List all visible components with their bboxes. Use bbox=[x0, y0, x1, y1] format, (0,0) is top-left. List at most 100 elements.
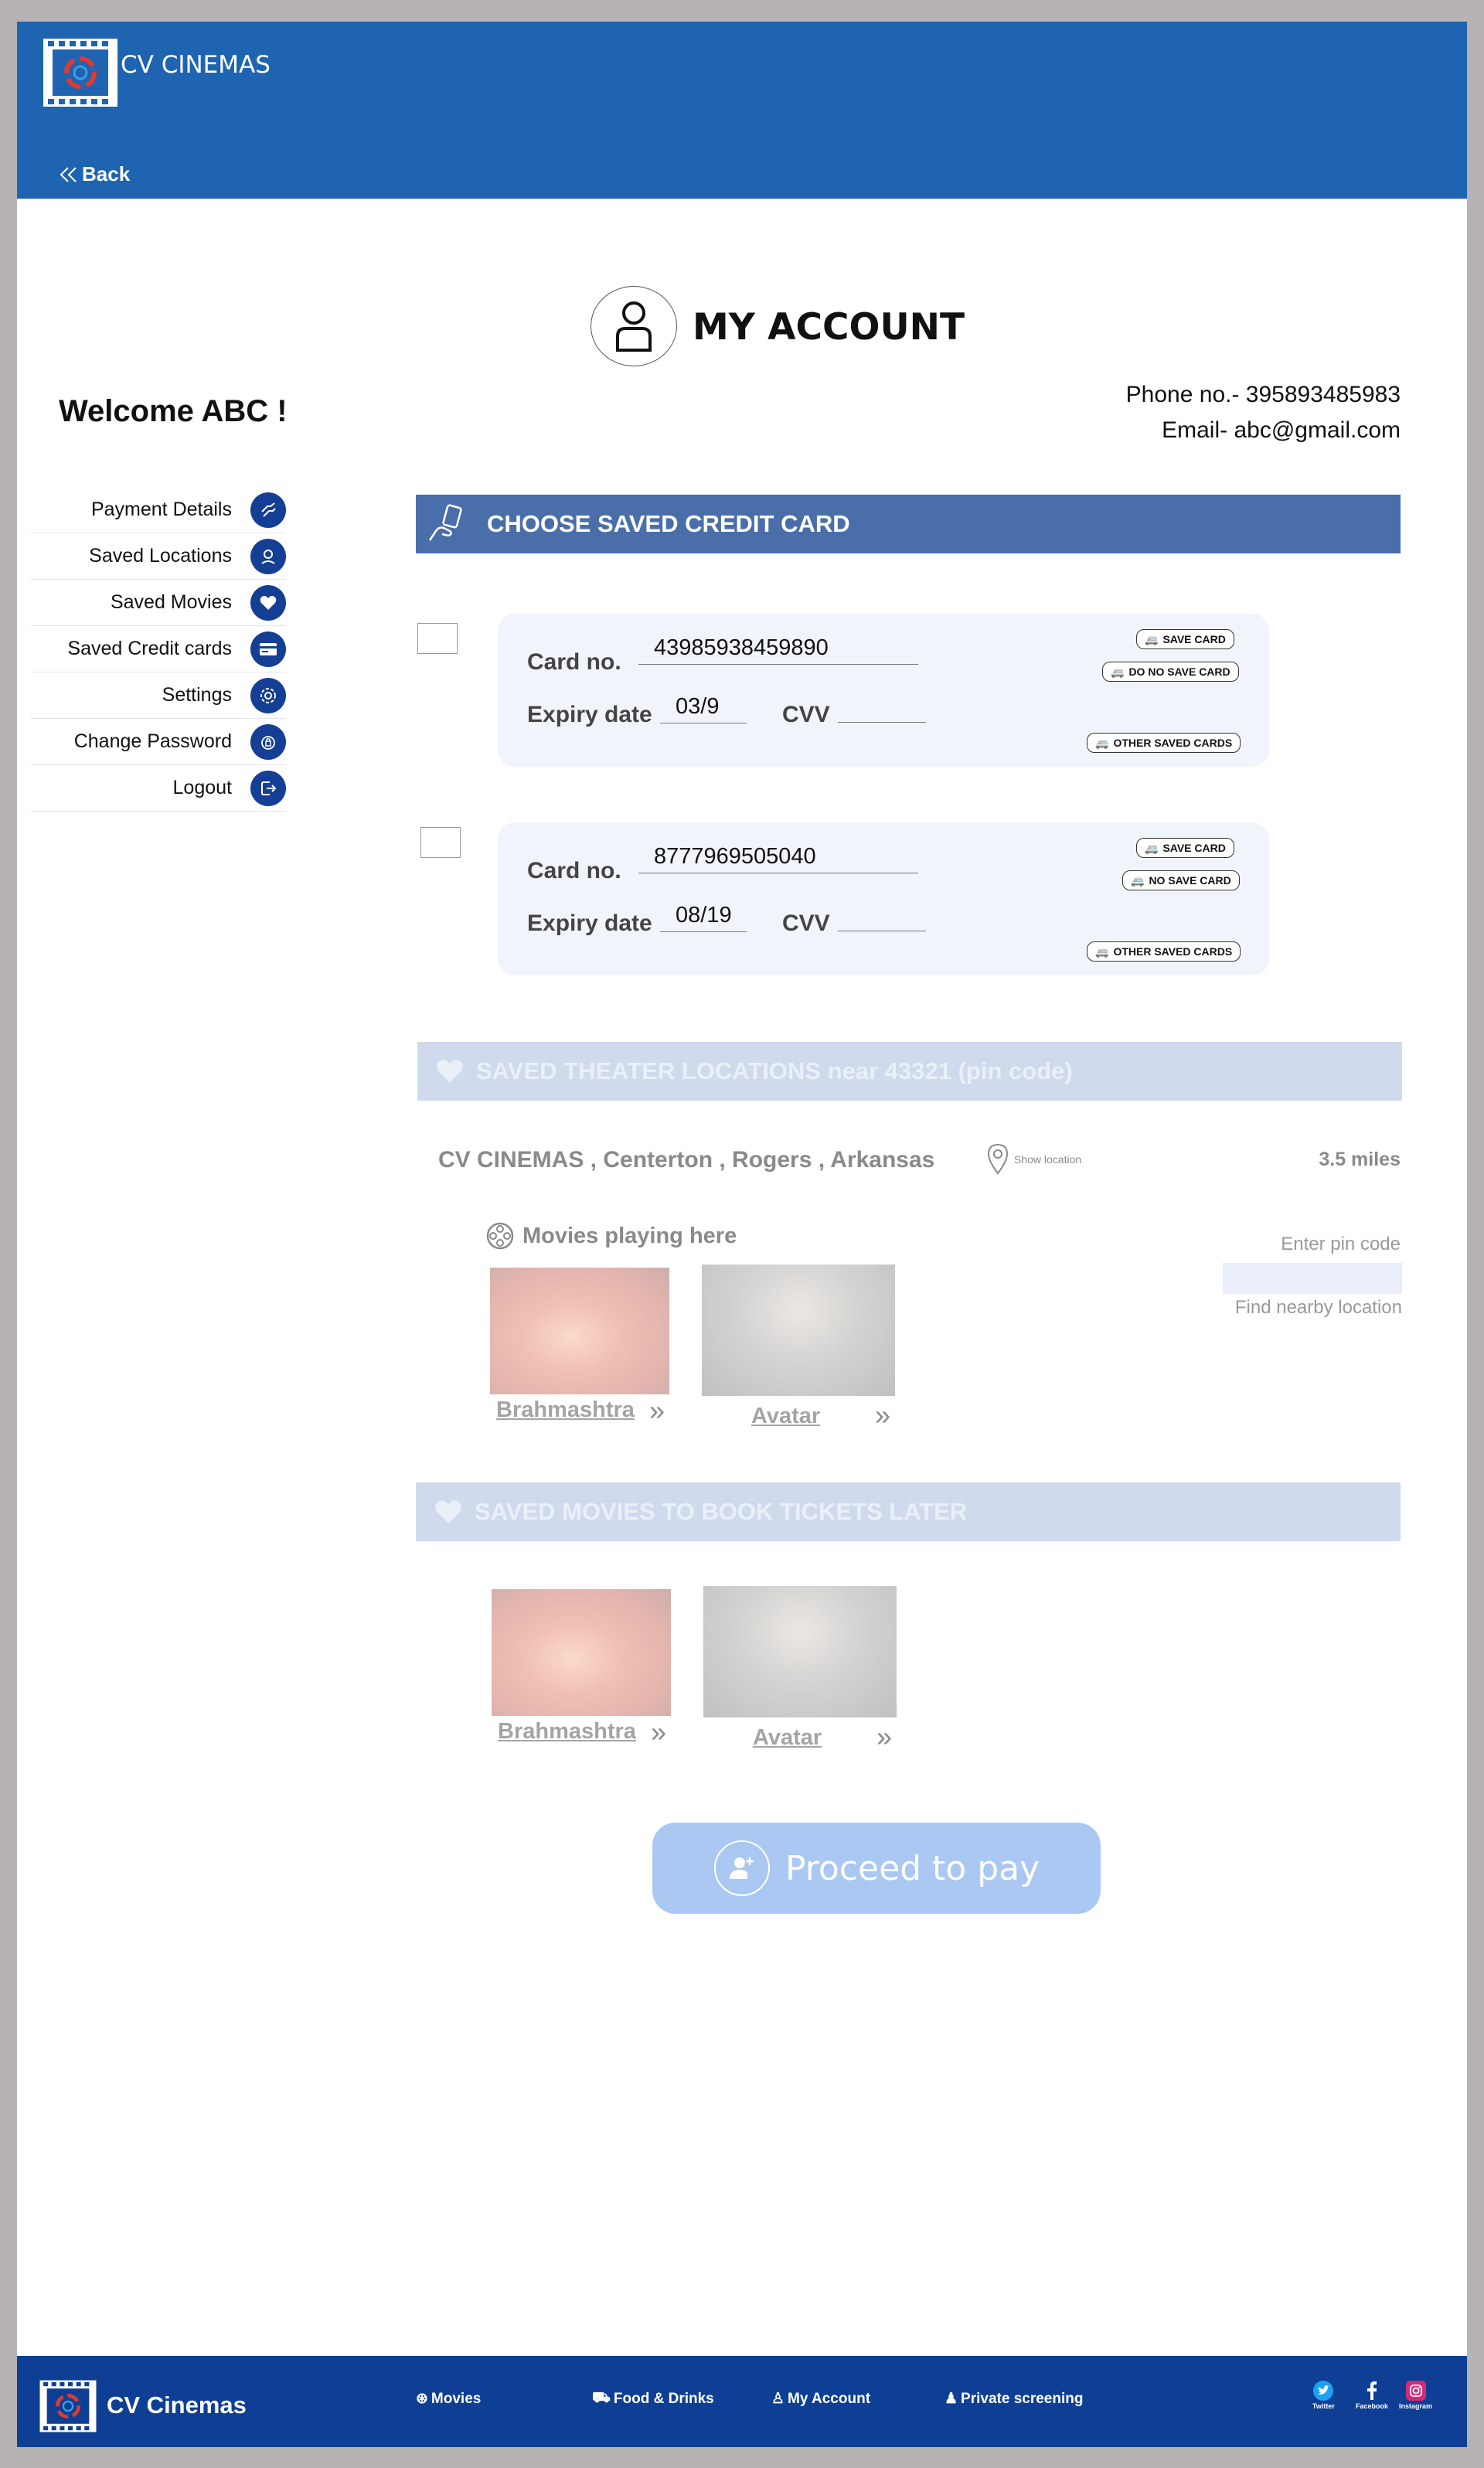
chevron-right-icon[interactable]: » bbox=[651, 1716, 666, 1748]
section-title: SAVED MOVIES TO BOOK TICKETS LATER bbox=[475, 1498, 968, 1525]
sidebar-item-label: Logout bbox=[172, 777, 232, 798]
twitter-link[interactable]: Twitter bbox=[1312, 2381, 1335, 2410]
lock-icon bbox=[250, 723, 286, 760]
other-saved-cards-label: OTHER SAVED CARDS bbox=[1113, 945, 1233, 958]
chevron-right-icon[interactable]: » bbox=[875, 1399, 890, 1431]
instagram-icon bbox=[1405, 2381, 1426, 2401]
brahmashtra-poster[interactable] bbox=[492, 1589, 671, 1716]
sidebar-item-saved-movies[interactable]: Saved Movies bbox=[31, 580, 286, 626]
heart-icon bbox=[250, 584, 286, 621]
film-reel-icon bbox=[486, 1222, 514, 1250]
save-card-button[interactable]: 🚐 SAVE CARD bbox=[1136, 629, 1234, 649]
footer-link-label: Private screening bbox=[961, 2390, 1084, 2407]
footer-link-movies[interactable]: ⊛ Movies bbox=[416, 2390, 481, 2408]
card-number-label: Card no. bbox=[527, 649, 621, 675]
section-title: SAVED THEATER LOCATIONS near 43321 (pin … bbox=[476, 1057, 1073, 1084]
footer-link-label: My Account bbox=[788, 2390, 871, 2407]
cvv-label: CVV bbox=[782, 911, 830, 936]
cinema-logo-icon bbox=[43, 39, 117, 107]
save-card-button[interactable]: 🚐 SAVE CARD bbox=[1136, 838, 1234, 858]
sidebar-item-saved-locations[interactable]: Saved Locations bbox=[31, 533, 286, 580]
add-user-icon bbox=[714, 1840, 770, 1896]
movies-playing-heading: Movies playing here bbox=[485, 1221, 737, 1251]
sidebar-item-payment-details[interactable]: Payment Details bbox=[31, 487, 286, 533]
no-save-card-label: NO SAVE CARD bbox=[1149, 874, 1231, 887]
movies-playing-label: Movies playing here bbox=[522, 1223, 737, 1248]
chevron-right-icon[interactable]: » bbox=[649, 1394, 665, 1427]
sidebar-item-label: Saved Locations bbox=[89, 545, 232, 567]
other-saved-cards-button[interactable]: 🚐 OTHER SAVED CARDS bbox=[1087, 941, 1241, 962]
movie-title-link[interactable]: Brahmashtra bbox=[498, 1719, 636, 1745]
credit-card-icon bbox=[250, 631, 286, 667]
saved-card: Card no. 8777969505040 Expiry date 08/19… bbox=[498, 822, 1269, 975]
footer-link-label: Movies bbox=[431, 2390, 482, 2407]
facebook-link[interactable]: Facebook bbox=[1356, 2381, 1388, 2410]
heart-icon bbox=[437, 1060, 463, 1083]
find-nearby-link[interactable]: Find nearby location bbox=[1235, 1297, 1402, 1319]
pin-code-label: Enter pin code bbox=[1281, 1234, 1401, 1254]
sidebar-item-label: Payment Details bbox=[90, 499, 232, 520]
brand-name: CV CINEMAS bbox=[121, 51, 271, 79]
expiry-value: 08/19 bbox=[660, 903, 747, 932]
cvv-label: CVV bbox=[782, 702, 830, 727]
card-icon: 🚐 bbox=[1131, 873, 1145, 887]
page-title: MY ACCOUNT bbox=[693, 306, 965, 349]
theater-name: CV CINEMAS , Centerton , Rogers , Arkans… bbox=[438, 1147, 935, 1173]
instagram-link[interactable]: Instagram bbox=[1399, 2381, 1432, 2410]
back-label: Back bbox=[82, 162, 131, 186]
facebook-icon bbox=[1362, 2381, 1382, 2401]
back-button[interactable]: Back bbox=[59, 162, 130, 186]
show-location-label: Show location bbox=[1014, 1153, 1082, 1166]
header: CV CINEMAS Back bbox=[17, 22, 1467, 199]
movie-title-link[interactable]: Avatar bbox=[753, 1725, 822, 1751]
save-card-label: SAVE CARD bbox=[1162, 842, 1226, 854]
movie-title-link[interactable]: Avatar bbox=[751, 1404, 820, 1429]
avatar-poster[interactable] bbox=[702, 1265, 895, 1396]
instagram-label: Instagram bbox=[1399, 2402, 1433, 2410]
card-icon: 🚐 bbox=[1095, 736, 1109, 749]
saved-locations-section-header: SAVED THEATER LOCATIONS near 43321 (pin … bbox=[417, 1042, 1402, 1101]
footer-link-food-drinks[interactable]: ⛟ Food & Drinks bbox=[592, 2390, 714, 2408]
sidebar-item-label: Saved Credit cards bbox=[67, 638, 232, 659]
payment-icon bbox=[250, 492, 286, 528]
no-save-card-button[interactable]: 🚐 NO SAVE CARD bbox=[1122, 870, 1240, 890]
other-saved-cards-label: OTHER SAVED CARDS bbox=[1113, 737, 1233, 749]
email-text: Email- abc@gmail.com bbox=[1162, 417, 1401, 443]
card-select-checkbox[interactable] bbox=[417, 623, 458, 654]
sidebar-item-label: Settings bbox=[162, 684, 232, 706]
chevron-right-icon[interactable]: » bbox=[876, 1721, 892, 1753]
sidebar-item-change-password[interactable]: Change Password bbox=[31, 719, 286, 765]
facebook-label: Facebook bbox=[1356, 2402, 1389, 2410]
card-number-value: 8777969505040 bbox=[638, 844, 918, 873]
account-avatar-icon bbox=[591, 286, 677, 366]
card-select-checkbox[interactable] bbox=[420, 827, 461, 858]
twitter-label: Twitter bbox=[1312, 2402, 1335, 2410]
screening-icon: ♟ bbox=[945, 2391, 958, 2407]
cvv-field[interactable] bbox=[838, 722, 926, 723]
expiry-label: Expiry date bbox=[527, 702, 652, 727]
location-icon bbox=[250, 538, 286, 574]
credit-card-section-header: CHOOSE SAVED CREDIT CARD bbox=[416, 495, 1401, 553]
distance-text: 3.5 miles bbox=[1319, 1149, 1401, 1170]
sidebar-item-settings[interactable]: Settings bbox=[31, 672, 286, 719]
brahmashtra-poster[interactable] bbox=[490, 1268, 669, 1394]
other-saved-cards-button[interactable]: 🚐 OTHER SAVED CARDS bbox=[1087, 733, 1241, 753]
film-reel-icon: ⊛ bbox=[416, 2391, 428, 2407]
phone-text: Phone no.- 395893485983 bbox=[1125, 382, 1401, 407]
user-icon: ♙ bbox=[771, 2391, 785, 2407]
footer-link-private-screening[interactable]: ♟ Private screening bbox=[945, 2390, 1083, 2408]
pin-code-input[interactable] bbox=[1223, 1263, 1402, 1294]
no-save-card-button[interactable]: 🚐 DO NO SAVE CARD bbox=[1102, 662, 1239, 682]
logout-icon bbox=[250, 770, 286, 806]
footer-link-my-account[interactable]: ♙ My Account bbox=[771, 2390, 870, 2408]
map-pin-icon bbox=[987, 1143, 1009, 1175]
proceed-to-pay-button[interactable]: Proceed to pay bbox=[652, 1823, 1101, 1914]
movie-title-link[interactable]: Brahmashtra bbox=[496, 1397, 635, 1423]
show-location-link[interactable]: Show location bbox=[986, 1142, 1081, 1176]
avatar-poster[interactable] bbox=[703, 1586, 897, 1717]
footer: CV Cinemas ⊛ Movies ⛟ Food & Drinks ♙ My Ac… bbox=[17, 2356, 1467, 2447]
sidebar-item-saved-credit-cards[interactable]: Saved Credit cards bbox=[31, 626, 286, 672]
card-icon: 🚐 bbox=[1095, 945, 1109, 958]
proceed-label: Proceed to pay bbox=[785, 1848, 1040, 1888]
sidebar-item-logout[interactable]: Logout bbox=[31, 765, 286, 812]
